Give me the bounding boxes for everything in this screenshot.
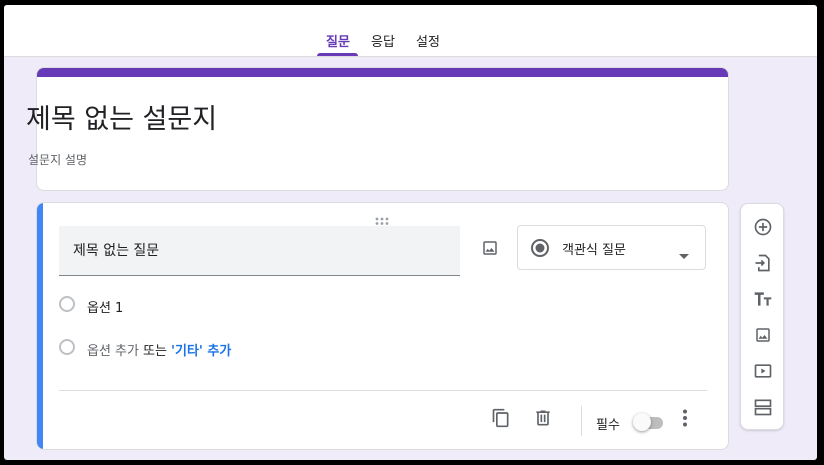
add-option-radio-icon (59, 339, 75, 355)
tab-questions[interactable]: 질문 (326, 31, 350, 50)
add-video-icon[interactable] (751, 359, 775, 383)
question-footer-divider (59, 390, 707, 391)
required-toggle[interactable] (633, 413, 665, 431)
required-label: 필수 (596, 418, 620, 433)
add-title-icon[interactable] (751, 287, 775, 311)
footer-separator (581, 406, 582, 436)
form-title[interactable]: 제목 없는 설문지 (26, 97, 217, 136)
app-frame: 질문 응답 설정 제목 없는 설문지 설문지 설명 제목 없는 질문 객관식 질… (4, 5, 817, 460)
question-type-dropdown[interactable]: 객관식 질문 (517, 225, 706, 270)
add-other-link[interactable]: '기타' 추가 (171, 340, 231, 359)
question-card[interactable]: 제목 없는 질문 객관식 질문 옵션 1 옵션 추가 또는 '기타' 추가 필수 (36, 202, 729, 450)
title-card-accent (37, 68, 728, 77)
toggle-knob (633, 413, 651, 431)
add-question-icon[interactable] (751, 215, 775, 239)
option-1-input[interactable]: 옵션 1 (87, 297, 123, 316)
or-text: 또는 (143, 344, 167, 359)
caret-down-icon (679, 245, 689, 264)
tab-settings[interactable]: 설정 (416, 31, 440, 50)
more-options-icon[interactable] (673, 406, 697, 430)
option-radio-icon (59, 296, 75, 312)
active-tab-indicator (317, 53, 358, 56)
import-questions-icon[interactable] (751, 251, 775, 275)
radio-button-icon (530, 238, 550, 262)
add-section-icon[interactable] (751, 395, 775, 419)
form-description[interactable]: 설문지 설명 (28, 151, 87, 168)
active-question-bar (37, 203, 43, 449)
add-image-to-question-icon[interactable] (475, 233, 505, 263)
side-toolbar (740, 203, 784, 430)
add-image-icon[interactable] (751, 323, 775, 347)
add-option-link[interactable]: 옵션 추가 (87, 340, 139, 359)
delete-icon[interactable] (531, 406, 555, 430)
tab-responses[interactable]: 응답 (371, 31, 395, 50)
duplicate-icon[interactable] (489, 406, 513, 430)
question-type-label: 객관식 질문 (562, 243, 626, 258)
top-tab-bar: 질문 응답 설정 (4, 5, 817, 57)
question-title-input[interactable]: 제목 없는 질문 (59, 226, 460, 276)
